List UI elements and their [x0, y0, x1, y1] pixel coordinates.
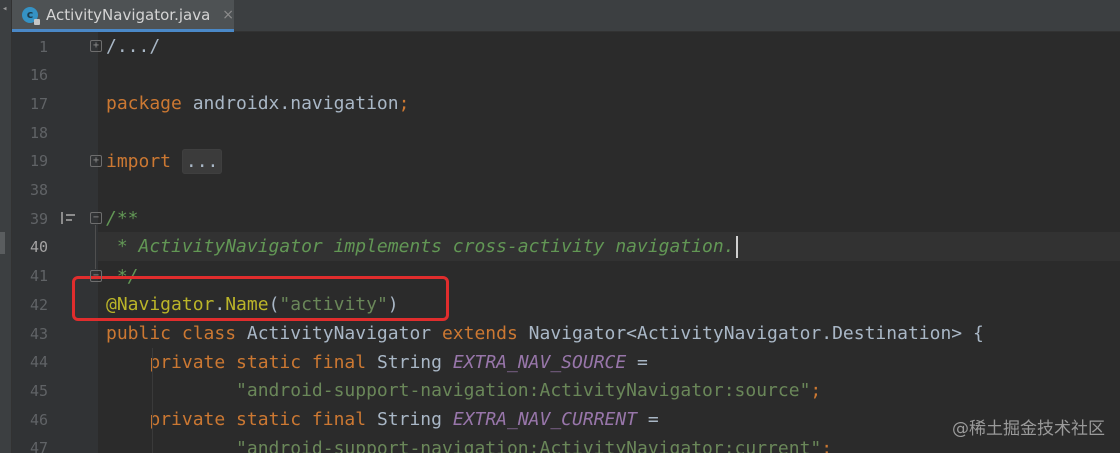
code-token: ; — [398, 93, 410, 115]
close-icon[interactable]: × — [222, 7, 234, 23]
java-class-icon: c — [22, 6, 40, 25]
code-line: 39 /** — [0, 204, 1120, 233]
code-token: private static final — [149, 351, 367, 373]
code-token: /.../ — [106, 36, 161, 57]
line-number: 42 — [29, 295, 48, 314]
indent-guide — [152, 347, 153, 453]
scroll-mark — [0, 232, 5, 254]
code-token: = — [626, 351, 648, 373]
code-line: 16 — [0, 61, 1120, 90]
code-text: private static final String EXTRA_NAV_SO… — [106, 352, 648, 373]
left-tool-strip: ◂ — [0, 0, 12, 453]
line-number: 45 — [29, 381, 48, 400]
editor-tab-bar: c ActivityNavigator.java × — [0, 0, 1120, 32]
code-token: Navigator<ActivityNavigator.Destination>… — [517, 323, 984, 344]
code-text: "android-support-navigation:ActivityNavi… — [106, 438, 832, 453]
fold-guide — [95, 225, 96, 269]
line-number: 1 — [38, 37, 48, 56]
line-number: 17 — [29, 94, 48, 113]
code-token: ; — [810, 380, 822, 402]
line-number: 39 — [29, 209, 48, 228]
code-token: * ActivityNavigator implements cross-act… — [106, 236, 735, 258]
code-text: package androidx.navigation; — [106, 93, 409, 114]
code-line: 18 — [0, 118, 1120, 147]
code-token: ActivityNavigator — [236, 323, 442, 344]
fold-toggle-icon[interactable]: − — [90, 269, 102, 282]
line-number: 19 — [29, 152, 48, 171]
line-number: 16 — [29, 66, 48, 85]
doc-comment-toggle-icon[interactable] — [61, 212, 75, 225]
code-text: /.../ — [106, 36, 160, 57]
code-token: /** — [106, 208, 139, 230]
code-line: 40 * ActivityNavigator implements cross-… — [0, 233, 1120, 262]
line-number: 47 — [29, 439, 48, 453]
line-number: 38 — [29, 181, 48, 199]
code-line: 17 package androidx.navigation; — [0, 89, 1120, 118]
code-line: 44 private static final String EXTRA_NAV… — [0, 348, 1120, 377]
code-line: 38 — [0, 176, 1120, 205]
text-caret — [735, 236, 738, 259]
code-token: "android-support-navigation:ActivityNavi… — [236, 380, 811, 402]
code-token: EXTRA_NAV_CURRENT — [452, 409, 638, 431]
code-line: 19 import ... — [0, 147, 1120, 176]
code-text: public class ActivityNavigator extends N… — [106, 323, 984, 344]
code-token: ; — [821, 437, 833, 453]
fold-toggle-icon[interactable]: + — [90, 40, 102, 52]
code-token: String — [366, 409, 453, 431]
line-number: 41 — [29, 267, 48, 286]
code-token: String — [366, 351, 453, 373]
code-text: "android-support-navigation:ActivityNavi… — [106, 380, 821, 401]
code-token: private static final — [149, 409, 367, 431]
fold-toggle-icon[interactable]: − — [90, 212, 102, 225]
line-number: 43 — [29, 324, 48, 343]
line-number: 44 — [29, 353, 48, 372]
code-line: 45 "android-support-navigation:ActivityN… — [0, 376, 1120, 405]
tab-activitynavigator-java[interactable]: c ActivityNavigator.java × — [12, 0, 234, 32]
line-number: 40 — [29, 238, 48, 257]
tab-title: ActivityNavigator.java — [45, 5, 211, 24]
fold-toggle-icon[interactable]: + — [90, 154, 102, 167]
code-token: import — [106, 150, 172, 172]
folded-region[interactable]: ... — [181, 148, 223, 174]
code-token: extends — [441, 323, 518, 344]
watermark: @稀土掘金技术社区 — [952, 419, 1105, 439]
line-number: 18 — [29, 123, 48, 142]
code-text: /** — [106, 208, 139, 229]
code-token: package — [106, 93, 182, 115]
code-token: public class — [106, 323, 237, 344]
code-text: * ActivityNavigator implements cross-act… — [106, 236, 738, 259]
code-token: = — [637, 409, 659, 431]
line-number: 46 — [29, 410, 48, 429]
code-token: "android-support-navigation:ActivityNavi… — [236, 437, 822, 453]
code-line: 1 /.../ — [0, 32, 1120, 61]
code-line: 43 public class ActivityNavigator extends… — [0, 319, 1120, 348]
annotation-highlight-box — [72, 276, 449, 321]
code-text: private static final String EXTRA_NAV_CU… — [106, 409, 659, 431]
code-token: androidx.navigation — [181, 93, 399, 115]
collapse-arrow-icon[interactable]: ◂ — [2, 4, 7, 14]
code-text: import ... — [106, 148, 223, 174]
code-token: EXTRA_NAV_SOURCE — [452, 351, 627, 373]
